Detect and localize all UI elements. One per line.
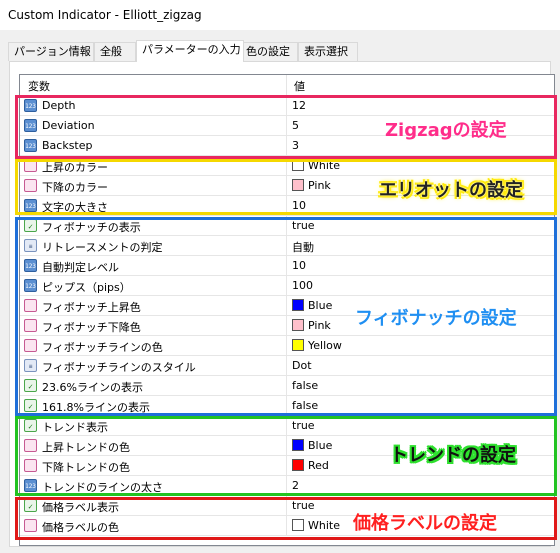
- price-label-group-label: 価格ラベルの設定: [353, 513, 497, 534]
- window-title: Custom Indicator - Elliott_zigzag: [8, 8, 202, 22]
- fibonacci-group-label: フィボナッチの設定: [355, 308, 517, 329]
- tab-version-info[interactable]: パージョン情報: [8, 42, 94, 61]
- tab-parameters[interactable]: パラメーターの入力: [136, 40, 244, 62]
- trend-group-label: トレンドの設定: [390, 445, 516, 466]
- elliott-group-label: エリオットの設定: [379, 180, 523, 201]
- tab-label: 全般: [100, 45, 122, 58]
- header-separator: [286, 75, 287, 95]
- header-value[interactable]: 値: [294, 78, 305, 94]
- zigzag-group-label: Zigzagの設定: [385, 120, 507, 141]
- tab-label: 色の設定: [246, 45, 290, 58]
- tab-label: パラメーターの入力: [142, 43, 241, 56]
- title-bar: Custom Indicator - Elliott_zigzag: [0, 0, 560, 30]
- tab-label: 表示選択: [304, 45, 348, 58]
- tab-label: パージョン情報: [14, 45, 91, 58]
- grid-header: 変数 値: [20, 75, 554, 96]
- header-variable[interactable]: 変数: [28, 78, 50, 94]
- tab-visualization[interactable]: 表示選択: [298, 42, 358, 61]
- tab-general[interactable]: 全般: [94, 42, 136, 61]
- tab-colors[interactable]: 色の設定: [240, 42, 298, 61]
